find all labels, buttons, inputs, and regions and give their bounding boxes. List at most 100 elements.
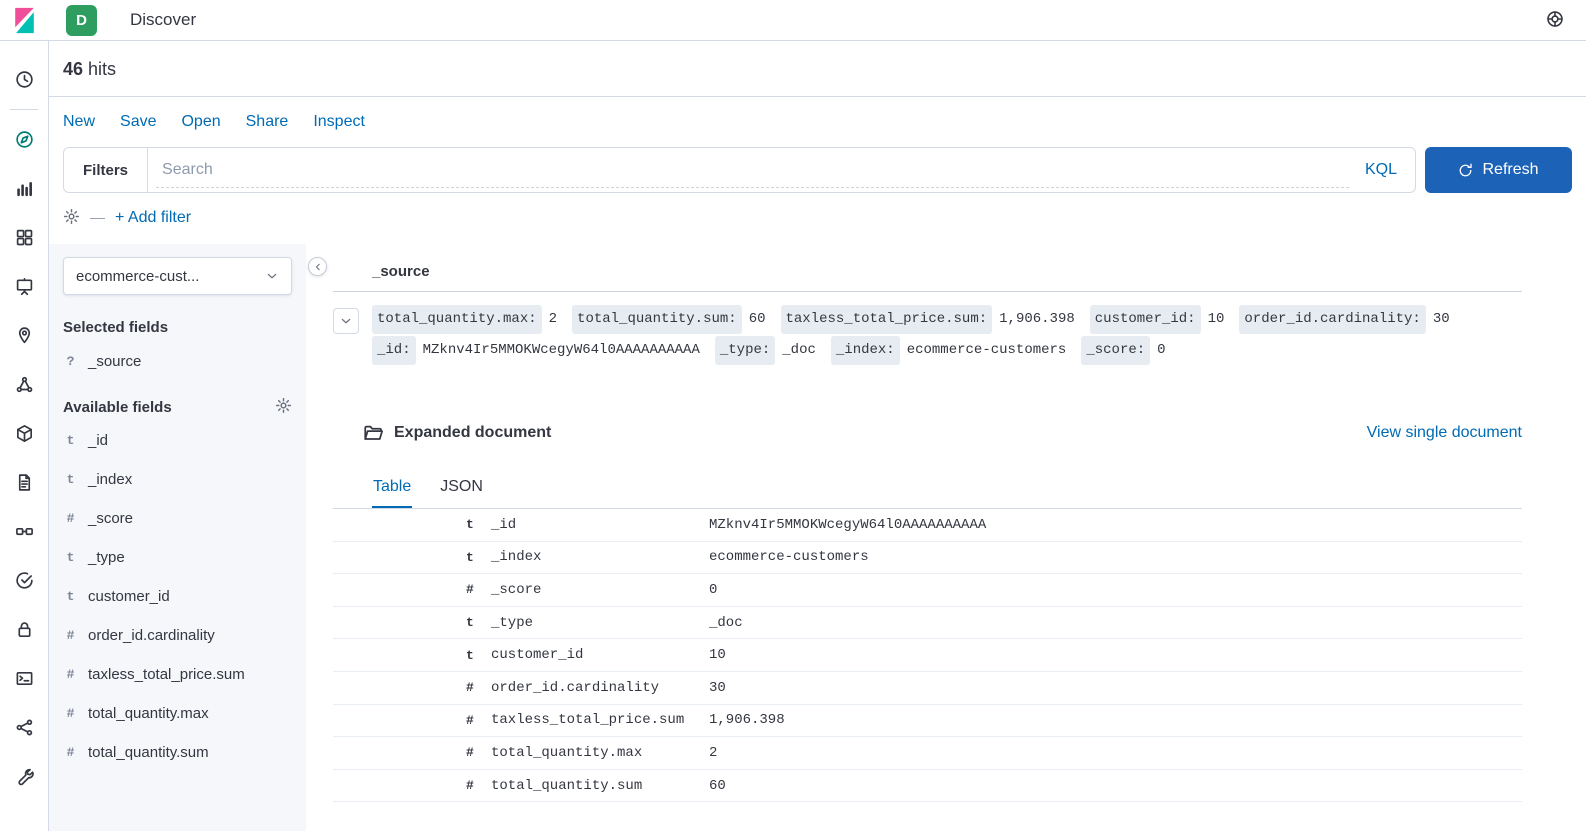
field-type-icon: t: [466, 517, 491, 532]
kibana-logo[interactable]: [0, 7, 49, 34]
recently-viewed-icon[interactable]: [8, 64, 40, 96]
collapse-sidebar-button[interactable]: [308, 257, 327, 276]
tab-json[interactable]: JSON: [439, 469, 484, 508]
dashboard-icon[interactable]: [8, 222, 40, 254]
detail-field-name: _index: [491, 549, 709, 565]
rail-divider: [10, 109, 38, 110]
detail-field-value: 60: [709, 778, 1522, 794]
doc-field-key: taxless_total_price.sum:: [781, 305, 993, 334]
field-item-_index[interactable]: t_index: [63, 460, 292, 499]
field-type-icon: t: [466, 648, 491, 663]
kibana-logo-icon: [11, 7, 38, 34]
detail-field-name: _type: [491, 615, 709, 631]
table-row: t_idMZknv4Ir5MMOKWcegyW64l0AAAAAAAAAA: [333, 509, 1522, 542]
filter-settings-button[interactable]: [63, 208, 80, 228]
doc-field-key: _score:: [1081, 336, 1150, 365]
field-item-order_id.cardinality[interactable]: #order_id.cardinality: [63, 616, 292, 655]
fields-settings-button[interactable]: [275, 397, 292, 417]
table-row: tcustomer_id10: [333, 639, 1522, 672]
detail-field-value: 30: [709, 680, 1522, 696]
toolbar: New Save Open Share Inspect: [49, 97, 1586, 131]
management-icon[interactable]: [8, 761, 40, 793]
field-type-icon: #: [64, 667, 77, 682]
doc-field-value: 1,906.398: [999, 305, 1075, 334]
detail-field-value: 2: [709, 745, 1522, 761]
detail-field-name: _score: [491, 582, 709, 598]
field-name: taxless_total_price.sum: [88, 666, 245, 683]
dev-tools-icon[interactable]: [8, 663, 40, 695]
help-icon: [1546, 10, 1564, 31]
discover-icon[interactable]: [8, 124, 40, 156]
expanded-document-section: Expanded document View single document T…: [333, 423, 1522, 802]
doc-field-value: 30: [1433, 305, 1450, 334]
index-pattern-select[interactable]: ecommerce-cust...: [63, 257, 292, 295]
top-bar: D Discover: [0, 0, 1586, 41]
search-input[interactable]: [148, 148, 1347, 192]
logs-icon[interactable]: [8, 467, 40, 499]
toolbar-link-inspect[interactable]: Inspect: [313, 113, 365, 131]
field-type-icon: t: [466, 615, 491, 630]
expanded-document-header: Expanded document View single document: [333, 423, 1522, 443]
maps-icon[interactable]: [8, 320, 40, 352]
monitoring-icon[interactable]: [8, 712, 40, 744]
table-row: #total_quantity.max2: [333, 737, 1522, 770]
infrastructure-icon[interactable]: [8, 418, 40, 450]
field-type-icon: #: [466, 582, 491, 597]
uptime-icon[interactable]: [8, 565, 40, 597]
space-badge[interactable]: D: [66, 5, 97, 36]
detail-field-name: order_id.cardinality: [491, 680, 709, 696]
help-button[interactable]: [1546, 10, 1564, 31]
toolbar-link-new[interactable]: New: [63, 113, 95, 131]
refresh-button[interactable]: Refresh: [1425, 147, 1572, 193]
visualize-icon[interactable]: [8, 173, 40, 205]
source-column-header: _source: [333, 253, 1522, 292]
field-item-total_quantity.max[interactable]: #total_quantity.max: [63, 694, 292, 733]
field-item-taxless_total_price.sum[interactable]: # taxless_total_price.sum: [63, 655, 292, 694]
field-item-_type[interactable]: t_type: [63, 538, 292, 577]
table-row: #total_quantity.sum60: [333, 770, 1522, 803]
field-item-total_quantity.sum[interactable]: #total_quantity.sum: [63, 733, 292, 772]
detail-field-value: _doc: [709, 615, 1522, 631]
tab-table[interactable]: Table: [372, 469, 412, 508]
toolbar-link-save[interactable]: Save: [120, 113, 156, 131]
gear-icon: [63, 208, 80, 228]
main-area: 46 hits NewSaveOpenShareInspect Filters …: [49, 41, 1586, 831]
expand-document-button[interactable]: [333, 308, 359, 334]
add-filter-link[interactable]: + Add filter: [115, 209, 191, 227]
field-type-icon: #: [466, 680, 491, 695]
field-name: _id: [88, 432, 108, 449]
toolbar-link-open[interactable]: Open: [181, 113, 220, 131]
hits-label: hits: [88, 59, 116, 79]
doc-field-key: order_id.cardinality:: [1239, 305, 1425, 334]
chevron-down-icon: [265, 269, 279, 283]
doc-field-value: 60: [749, 305, 766, 334]
apm-icon[interactable]: [8, 516, 40, 548]
chevron-left-icon: [312, 261, 324, 273]
detail-field-value: MZknv4Ir5MMOKWcegyW64l0AAAAAAAAAA: [709, 517, 1522, 533]
detail-field-value: 0: [709, 582, 1522, 598]
document-panel: _source total_quantity.max:2total_quanti…: [306, 244, 1586, 831]
table-row: #_score0: [333, 574, 1522, 607]
field-item-_source[interactable]: ?_source: [63, 342, 292, 381]
table-row: t_type_doc: [333, 607, 1522, 640]
detail-field-name: taxless_total_price.sum: [491, 712, 709, 728]
view-single-document-link[interactable]: View single document: [1367, 424, 1522, 442]
field-item-_score[interactable]: #_score: [63, 499, 292, 538]
nav-rail: [0, 41, 49, 831]
kql-button[interactable]: KQL: [1347, 148, 1415, 192]
available-fields-title: Available fields: [63, 399, 172, 416]
field-item-customer_id[interactable]: tcustomer_id: [63, 577, 292, 616]
field-type-icon: t: [64, 433, 77, 448]
doc-field-key: customer_id:: [1090, 305, 1201, 334]
page-title: Discover: [130, 10, 196, 30]
detail-field-name: customer_id: [491, 647, 709, 663]
siem-icon[interactable]: [8, 614, 40, 646]
field-item-_id[interactable]: t _id: [63, 421, 292, 460]
canvas-icon[interactable]: [8, 271, 40, 303]
field-name: _type: [88, 549, 125, 566]
field-name: _source: [88, 353, 141, 370]
toolbar-link-share[interactable]: Share: [246, 113, 289, 131]
filters-button[interactable]: Filters: [64, 148, 148, 192]
field-name: order_id.cardinality: [88, 627, 215, 644]
machine-learning-icon[interactable]: [8, 369, 40, 401]
